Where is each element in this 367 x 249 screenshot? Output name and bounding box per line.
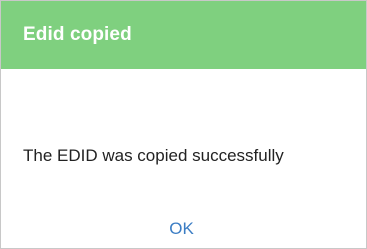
dialog-header: Edid copied: [1, 1, 366, 69]
dialog-footer: OK: [1, 219, 366, 239]
edid-copied-dialog: Edid copied The EDID was copied successf…: [0, 0, 367, 249]
dialog-title: Edid copied: [23, 24, 132, 45]
ok-button[interactable]: OK: [163, 219, 200, 239]
dialog-message: The EDID was copied successfully: [23, 146, 284, 165]
